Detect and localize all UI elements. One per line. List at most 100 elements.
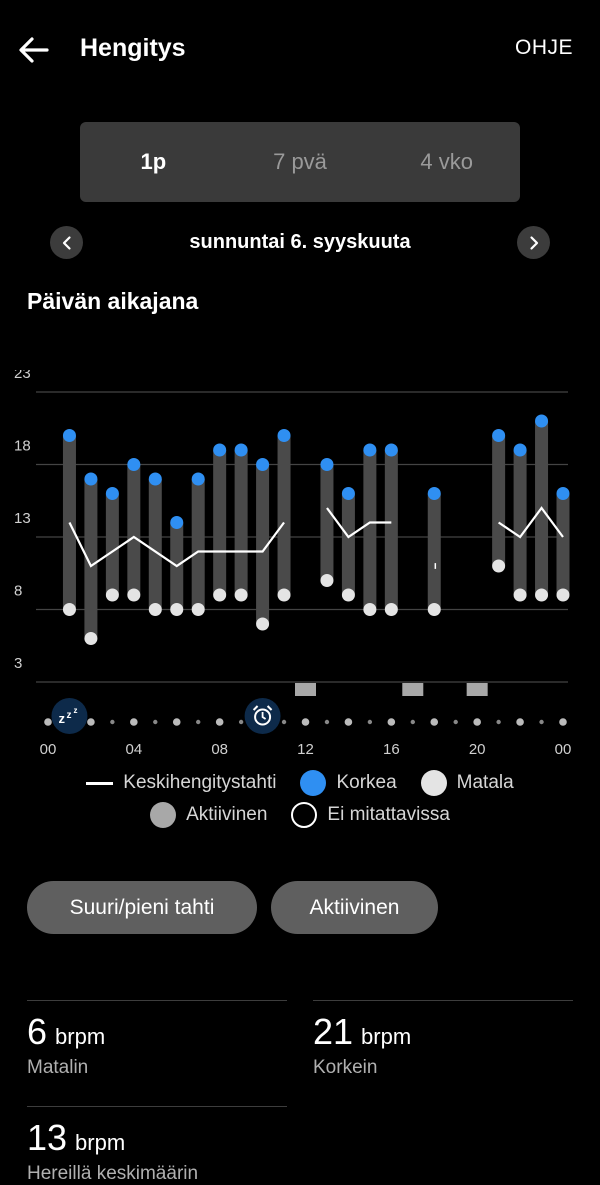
timeline-dot	[87, 718, 95, 726]
range-bar	[363, 450, 377, 610]
timeline-dot	[110, 719, 115, 725]
stat-highest-value: 21	[313, 1011, 354, 1052]
stat-awake-value: 13	[27, 1117, 68, 1158]
high-dot	[363, 443, 377, 457]
range-bar	[513, 450, 527, 595]
range-bar	[213, 450, 227, 595]
timeline-dot	[281, 719, 287, 725]
legend-active: Aktiivinen	[150, 802, 267, 828]
low-dot	[556, 588, 570, 602]
high-dot	[535, 414, 549, 428]
legend-active-label: Aktiivinen	[186, 804, 268, 825]
low-dot	[535, 588, 549, 602]
y-tick-label: 3	[14, 655, 22, 672]
timeline-dot	[473, 718, 481, 726]
active-marker	[295, 683, 316, 696]
timeline-dot	[410, 719, 415, 725]
chevron-right-icon	[529, 235, 538, 250]
timeline-dot	[539, 719, 544, 725]
range-bar	[492, 435, 506, 566]
timeline-dot	[496, 719, 501, 725]
timeline-dot	[130, 718, 138, 726]
timeline-dot	[516, 718, 524, 726]
timeline-dot	[559, 718, 567, 726]
page-title: Hengitys	[80, 34, 186, 62]
high-dot	[492, 429, 506, 442]
range-bar	[277, 435, 291, 595]
stat-lowest-value: 6	[27, 1011, 48, 1052]
tab-4-weeks[interactable]: 4 vko	[373, 122, 520, 202]
high-dot	[320, 458, 334, 471]
low-dot	[127, 588, 141, 602]
back-button[interactable]	[14, 30, 54, 70]
stat-awake-average: 13 brpm Hereillä keskimäärin	[27, 1106, 287, 1184]
stat-highest-unit: brpm	[361, 1024, 412, 1049]
low-dot	[213, 588, 227, 602]
timeline-dot	[387, 718, 396, 726]
date-navigator: sunnuntai 6. syyskuuta	[0, 222, 600, 262]
next-day-button[interactable]	[517, 226, 550, 259]
sleep-icon-glyph: z	[73, 706, 77, 715]
low-dot	[427, 603, 441, 616]
legend-low-label: Matala	[456, 772, 514, 793]
timeline-dot	[172, 718, 181, 726]
average-line-swatch	[86, 781, 114, 785]
stat-lowest-value-row: 6 brpm	[27, 1011, 105, 1053]
x-tick-label: 16	[383, 741, 400, 758]
low-dot	[384, 603, 398, 616]
range-bar	[341, 493, 355, 595]
tab-7-days[interactable]: 7 pvä	[227, 122, 374, 202]
high-dot	[84, 472, 98, 486]
x-tick-label: 20	[469, 741, 486, 758]
date-label: sunnuntai 6. syyskuuta	[189, 231, 411, 253]
high-dot	[213, 443, 227, 457]
legend-average: Keskihengitystahti	[86, 772, 276, 794]
stat-highest-label: Korkein	[313, 1057, 378, 1078]
high-dot	[170, 516, 184, 529]
help-button[interactable]: OHJE	[515, 36, 573, 60]
range-bar	[234, 450, 248, 595]
range-bar	[62, 435, 76, 610]
high-low-rate-filter-button[interactable]: Suuri/pieni tahti	[27, 881, 257, 934]
stat-highest: 21 brpm Korkein	[313, 1000, 573, 1096]
stat-awake-unit: brpm	[75, 1130, 126, 1155]
active-marker	[466, 683, 488, 696]
tab-1-day[interactable]: 1p	[80, 122, 227, 202]
range-bar	[320, 464, 334, 581]
high-dot	[234, 443, 248, 457]
legend-high-label: Korkea	[336, 772, 397, 793]
low-dot	[363, 603, 377, 616]
high-dot	[427, 487, 441, 500]
low-dot	[492, 559, 506, 573]
legend-not-measurable: Ei mitattavissa	[291, 802, 450, 828]
low-dot	[84, 632, 98, 645]
timeline-dot	[344, 718, 353, 726]
low-dot-swatch	[420, 770, 447, 796]
respiration-timeline-chart: 23181383z z z00 04 08 12 16 20 00	[14, 370, 571, 758]
timeline-dot	[430, 718, 439, 726]
high-dot	[127, 458, 141, 471]
y-tick-label: 13	[14, 510, 31, 527]
low-dot	[277, 588, 291, 602]
range-bar	[148, 479, 162, 610]
legend-not-measurable-label: Ei mitattavissa	[327, 804, 450, 825]
x-tick-label: 12	[297, 741, 314, 758]
x-tick-label: 00	[40, 741, 57, 758]
low-dot	[513, 588, 527, 602]
range-bar	[427, 493, 441, 610]
y-tick-label: 18	[14, 438, 31, 455]
active-filter-button[interactable]: Aktiivinen	[271, 881, 438, 934]
low-dot	[320, 574, 334, 587]
app-bar: Hengitys OHJE	[0, 0, 600, 100]
stat-awake-value-row: 13 brpm	[27, 1117, 125, 1159]
timeline-dot	[301, 718, 310, 726]
high-dot	[105, 487, 119, 500]
timeline-dot	[153, 719, 158, 725]
high-dot	[556, 487, 570, 500]
high-dot	[384, 443, 398, 457]
range-bar	[127, 464, 141, 595]
range-bar	[191, 479, 205, 610]
range-bar	[384, 450, 398, 610]
x-tick-label: 04	[125, 741, 142, 758]
legend-low: Matala	[420, 770, 514, 796]
